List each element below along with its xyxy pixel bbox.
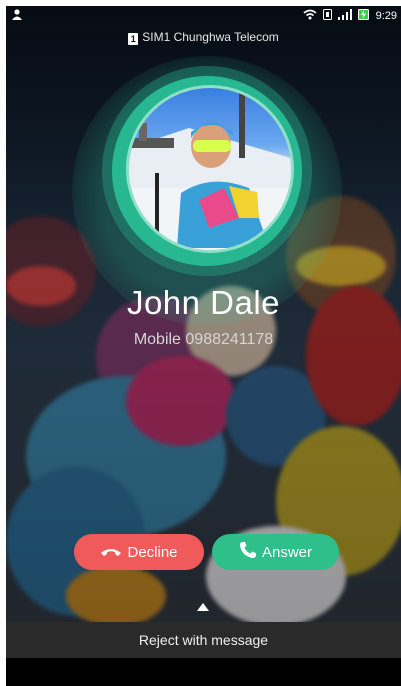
- battery-charging-icon: [357, 9, 370, 23]
- phone-icon: [239, 541, 257, 563]
- caller-number: Mobile 0988241178: [133, 331, 274, 348]
- status-bar: 9:29: [6, 6, 401, 28]
- incoming-call-screen: 9:29 1 SIM1 Chunghwa Telecom John Dale Mo…: [6, 6, 401, 686]
- sim-icon: [322, 9, 332, 23]
- reject-with-message-button[interactable]: Reject with message: [6, 622, 401, 658]
- answer-button[interactable]: Answer: [212, 534, 339, 570]
- decline-button[interactable]: Decline: [74, 534, 204, 570]
- caller-name: John Dale: [126, 284, 281, 321]
- sim-badge: 1: [128, 33, 139, 45]
- wifi-icon: [303, 9, 317, 23]
- sim-carrier-text: SIM1 Chunghwa Telecom: [142, 30, 279, 44]
- answer-label: Answer: [261, 543, 313, 561]
- user-icon: [12, 9, 22, 23]
- status-time: 9:29: [375, 10, 397, 22]
- reject-with-message-label: Reject with message: [138, 632, 269, 648]
- caller-photo: [129, 88, 291, 250]
- signal-icon: [337, 9, 352, 23]
- expand-up-icon[interactable]: [197, 603, 209, 611]
- decline-label: Decline: [127, 543, 178, 561]
- sim-carrier-label: 1 SIM1 Chunghwa Telecom: [6, 30, 401, 45]
- navigation-bar: [6, 658, 401, 686]
- hang-up-icon: [100, 544, 122, 561]
- caller-avatar: [126, 85, 294, 253]
